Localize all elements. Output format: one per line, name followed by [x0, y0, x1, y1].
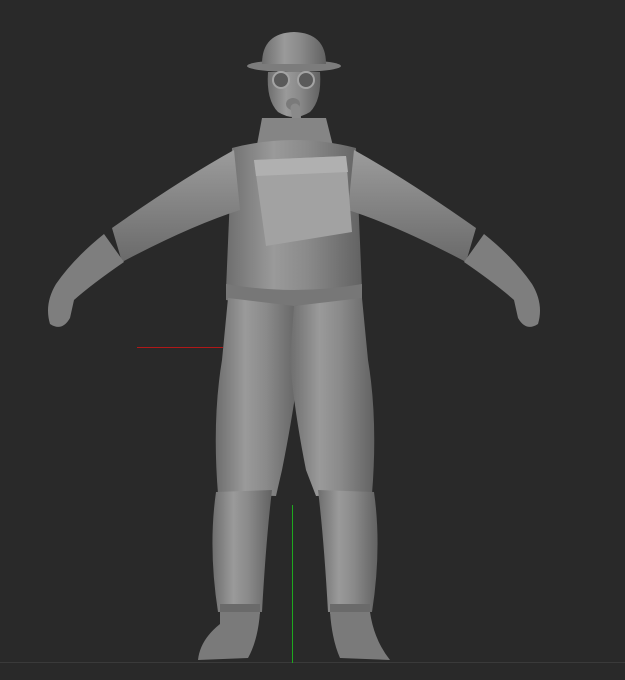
right-gaiter	[318, 490, 378, 612]
right-glove	[464, 234, 540, 327]
left-arm	[112, 150, 240, 262]
gas-mask-satchel	[254, 156, 352, 246]
right-arm	[348, 150, 476, 262]
left-trouser-leg	[215, 298, 300, 496]
sculpted-model[interactable]	[0, 0, 625, 680]
helmet	[247, 32, 341, 72]
3d-viewport[interactable]	[0, 0, 625, 680]
left-gaiter	[212, 490, 272, 612]
right-trouser-leg	[290, 298, 375, 496]
right-boot	[330, 612, 390, 660]
left-glove	[48, 234, 124, 327]
left-boot	[198, 612, 260, 660]
